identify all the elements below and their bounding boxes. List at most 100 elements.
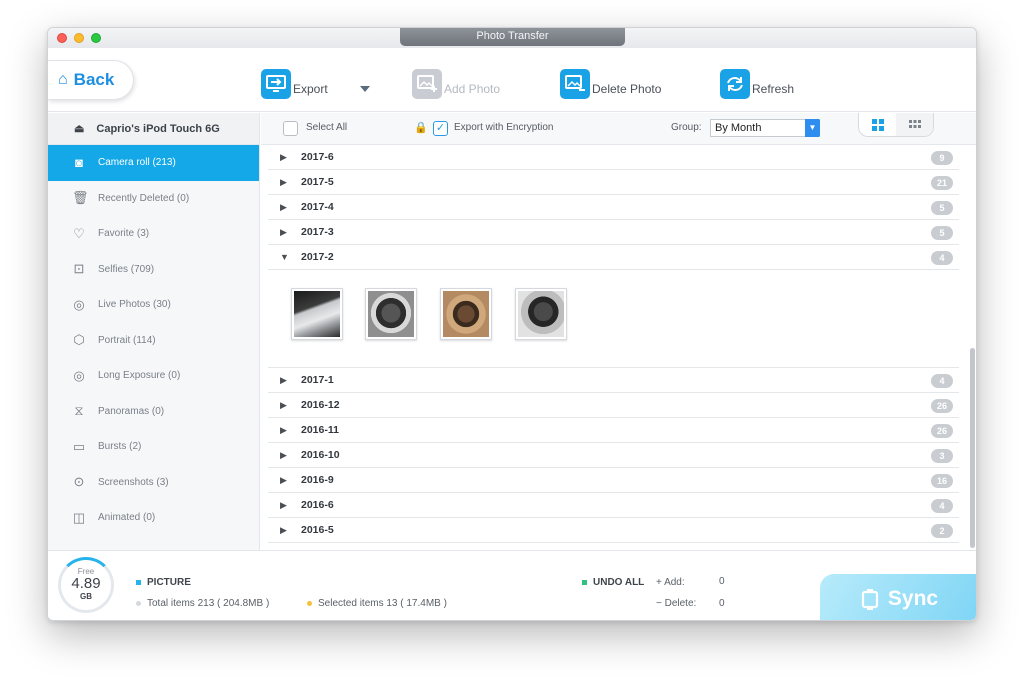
selected-items-text: Selected items 13 ( 17.4MB ) — [318, 598, 447, 609]
delete-photo-button[interactable]: Delete Photo — [560, 68, 661, 100]
add-photo-button[interactable]: Add Photo — [412, 68, 500, 100]
month-row[interactable]: ▶ 2017-4 5 — [268, 195, 959, 220]
free-unit: GB — [80, 592, 92, 601]
expand-triangle-icon[interactable]: ▶ — [280, 227, 289, 238]
sidebar: ⏏ Caprio's iPod Touch 6G ◙ Camera roll (2… — [48, 113, 260, 550]
sidebar-item-label: Bursts (2) — [98, 441, 142, 453]
live-photo-icon: ◎ — [73, 296, 85, 312]
zoom-window-button[interactable] — [91, 33, 101, 43]
sidebar-item[interactable]: ⊙ Screenshots (3) — [48, 465, 259, 501]
footer: Free 4.89 GB PICTURE Total items 213 ( 2… — [48, 550, 976, 620]
photo-thumbnail[interactable] — [440, 288, 492, 340]
sidebar-item[interactable]: ⬡ Portrait (114) — [48, 323, 259, 359]
total-items-text: Total items 213 ( 204.8MB ) — [147, 598, 270, 609]
photo-thumbnail[interactable] — [365, 288, 417, 340]
group-select-value: By Month — [715, 122, 762, 134]
picture-label: PICTURE — [147, 577, 191, 588]
month-row[interactable]: ▶ 2017-3 5 — [268, 220, 959, 245]
device-header[interactable]: ⏏ Caprio's iPod Touch 6G — [48, 113, 259, 145]
large-grid-view-icon[interactable] — [859, 113, 896, 136]
month-row[interactable]: ▶ 2016-5 2 — [268, 518, 959, 543]
month-label: 2017-2 — [301, 251, 334, 263]
sidebar-item[interactable]: ⧖ Panoramas (0) — [48, 394, 259, 430]
close-window-button[interactable] — [57, 33, 67, 43]
sidebar-item[interactable]: ◎ Live Photos (30) — [48, 287, 259, 323]
expand-triangle-icon[interactable]: ▶ — [280, 500, 289, 511]
count-badge: 9 — [931, 151, 953, 165]
expand-triangle-icon[interactable]: ▶ — [280, 475, 289, 486]
count-badge: 5 — [931, 201, 953, 215]
sidebar-item[interactable]: ♡ Favorite (3) — [48, 216, 259, 252]
animated-icon: ◫ — [72, 509, 86, 525]
photo-thumbnails — [268, 270, 959, 368]
expand-triangle-icon[interactable]: ▶ — [280, 202, 289, 213]
export-encryption-checkbox[interactable]: ✓ — [433, 121, 448, 136]
month-row[interactable]: ▶ 2016-9 16 — [268, 468, 959, 493]
expand-triangle-icon[interactable]: ▶ — [280, 375, 289, 386]
sidebar-item[interactable]: 🗑 Recently Deleted (0) — [48, 181, 259, 217]
delete-count-value: 0 — [719, 598, 725, 609]
months-after: ▶ 2017-1 4 ▶ 2016-12 26 ▶ 2016-11 26 ▶ 2016-10 3 ▶ 20… — [268, 368, 959, 543]
month-row[interactable]: ▶ 2016-10 3 — [268, 443, 959, 468]
add-count-label: + Add: — [656, 577, 685, 588]
expand-triangle-icon[interactable]: ▶ — [280, 425, 289, 436]
export-button[interactable]: Export — [261, 68, 328, 100]
month-label: 2016-5 — [301, 524, 334, 536]
sidebar-item[interactable]: ◎ Long Exposure (0) — [48, 358, 259, 394]
total-items: Total items 213 ( 204.8MB ) — [136, 598, 269, 609]
photo-thumbnail[interactable] — [515, 288, 567, 340]
month-row[interactable]: ▶ 2016-12 26 — [268, 393, 959, 418]
expand-triangle-icon[interactable]: ▶ — [280, 525, 289, 536]
panorama-icon: ⧖ — [74, 403, 84, 419]
sidebar-item[interactable]: ⊡ Selfies (709) — [48, 252, 259, 288]
heart-icon: ♡ — [73, 225, 85, 241]
group-select[interactable]: By Month ▼ — [710, 119, 820, 137]
count-badge: 26 — [931, 424, 953, 438]
undo-all-button[interactable]: UNDO ALL — [582, 577, 644, 588]
month-row[interactable]: ▶ 2016-11 26 — [268, 418, 959, 443]
toolbar: ⌂ Back Export Add Photo Delete Photo Ref… — [48, 48, 976, 112]
expand-triangle-icon[interactable]: ▶ — [280, 177, 289, 188]
month-row[interactable]: ▶ 2017-6 9 — [268, 145, 959, 170]
list-scrollbar[interactable] — [970, 348, 975, 548]
sidebar-item[interactable]: ▭ Bursts (2) — [48, 429, 259, 465]
sidebar-items: ◙ Camera roll (213) 🗑 Recently Deleted (0) ♡… — [48, 145, 259, 536]
select-all-checkbox[interactable] — [283, 121, 298, 136]
title-bar: Photo Transfer — [48, 28, 976, 48]
month-list: ▶ 2017-6 9 ▶ 2017-5 21 ▶ 2017-4 5 ▶ 2017-3 5 ▼ 2017… — [268, 145, 959, 550]
count-badge: 16 — [931, 474, 953, 488]
minimize-window-button[interactable] — [74, 33, 84, 43]
export-dropdown-caret-icon[interactable] — [360, 86, 370, 92]
expand-triangle-icon[interactable]: ▶ — [280, 152, 289, 163]
sidebar-item-label: Animated (0) — [98, 512, 156, 524]
sidebar-item-label: Portrait (114) — [98, 334, 156, 346]
sync-button[interactable]: Sync — [820, 574, 976, 620]
refresh-icon — [720, 69, 750, 99]
count-badge: 4 — [931, 499, 953, 513]
back-button[interactable]: ⌂ Back — [48, 60, 134, 100]
sidebar-item[interactable]: ◙ Camera roll (213) — [48, 145, 259, 181]
month-row[interactable]: ▶ 2016-6 4 — [268, 493, 959, 518]
month-row[interactable]: ▶ 2017-1 4 — [268, 368, 959, 393]
sidebar-item[interactable]: ◫ Animated (0) — [48, 500, 259, 536]
month-row[interactable]: ▶ 2017-5 21 — [268, 170, 959, 195]
undo-all-label: UNDO ALL — [593, 577, 645, 588]
month-label: 2016-10 — [301, 449, 340, 461]
expand-triangle-icon[interactable]: ▶ — [280, 400, 289, 411]
photo-thumbnail[interactable] — [291, 288, 343, 340]
small-grid-view-icon[interactable] — [896, 113, 933, 136]
refresh-button[interactable]: Refresh — [720, 68, 794, 100]
expand-triangle-icon[interactable]: ▶ — [280, 450, 289, 461]
count-badge: 2 — [931, 524, 953, 538]
month-row-expanded[interactable]: ▼ 2017-2 4 — [268, 245, 959, 270]
filter-bar: Select All 🔒 ✓ Export with Encryption Gr… — [261, 113, 976, 145]
add-count-value: 0 — [719, 576, 725, 587]
screenshot-icon: ⊙ — [73, 474, 85, 490]
home-icon: ⌂ — [58, 71, 68, 88]
long-exposure-icon: ◎ — [73, 367, 85, 383]
collapse-triangle-icon[interactable]: ▼ — [280, 252, 289, 262]
free-value: 4.89 — [71, 575, 101, 592]
cube-icon: ⬡ — [73, 332, 85, 348]
eject-icon[interactable]: ⏏ — [74, 122, 84, 135]
free-storage-ring: Free 4.89 GB — [58, 557, 114, 613]
